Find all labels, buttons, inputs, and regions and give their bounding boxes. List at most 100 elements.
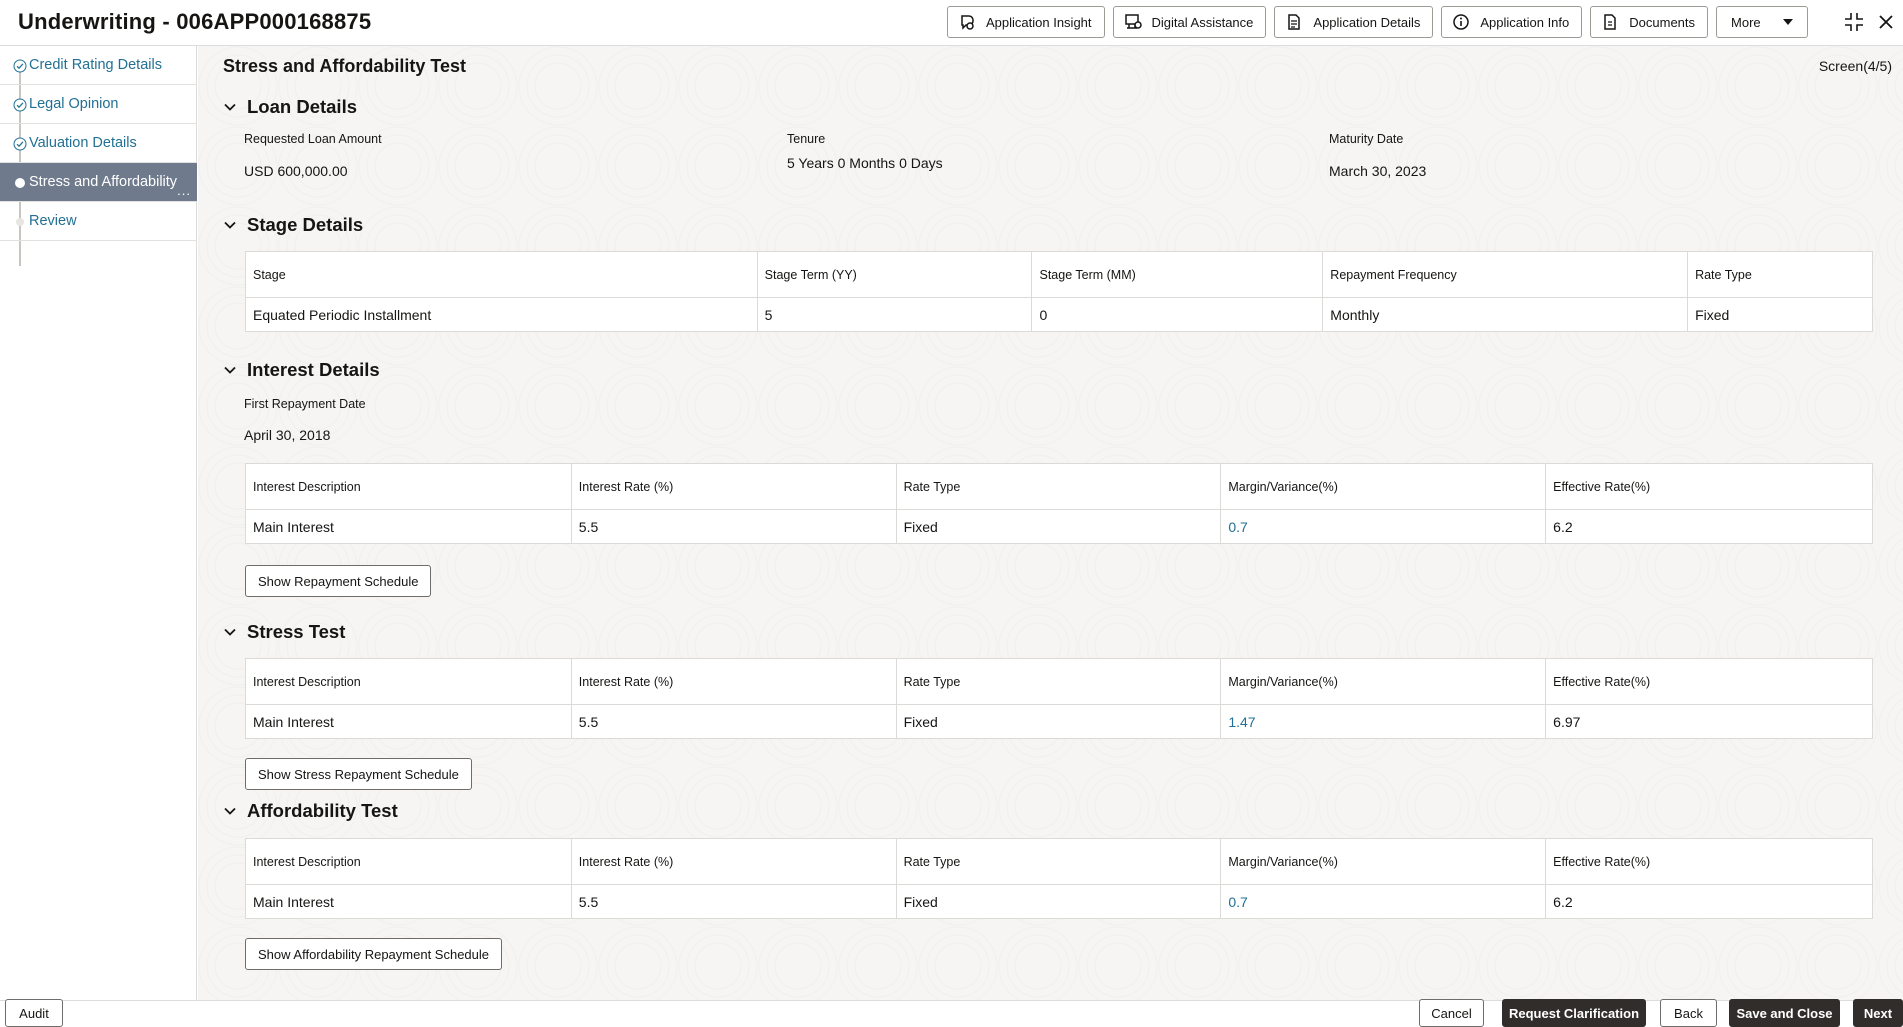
chevron-down-icon [224,221,236,229]
info-icon [1453,14,1470,30]
table-header-row: Stage Stage Term (YY) Stage Term (MM) Re… [245,251,1873,298]
section-toggle-stage-details[interactable]: Stage Details [223,214,363,236]
page-title: Underwriting - 006APP000168875 [18,9,372,34]
application-insight-button[interactable]: Application Insight [947,6,1105,38]
column-header: Rate Type [895,463,1222,510]
documents-label: Documents [1629,14,1696,30]
column-header: Effective Rate(%) [1545,838,1873,885]
screen-counter: Screen(4/5) [1818,58,1892,74]
first-repayment-date-value: April 30, 2018 [244,427,331,443]
table-cell: 6.97 [1545,704,1873,739]
column-header: Rate Type [895,838,1222,885]
caret-down-icon [1782,19,1793,25]
sidebar-item-review[interactable]: Review [0,202,197,241]
sidebar-item-legal-opinion[interactable]: Legal Opinion [0,85,197,124]
next-button[interactable]: Next [1853,999,1903,1027]
overflow-ellipsis: ... [177,183,191,198]
table-cell: Fixed [895,884,1222,919]
interest-details-table: Interest Description Interest Rate (%) R… [245,463,1873,544]
show-affordability-repayment-schedule-button[interactable]: Show Affordability Repayment Schedule [245,938,503,970]
digital-assistance-button[interactable]: Digital Assistance [1112,6,1267,38]
chevron-down-icon [224,807,236,815]
pending-step-dot-icon [16,218,24,226]
sidebar-item-stress-and-affordability[interactable]: Stress and Affordability ... [0,163,197,202]
margin-variance-link[interactable]: 1.47 [1220,704,1547,739]
requested-loan-amount-label: Requested Loan Amount [244,132,382,146]
show-stress-repayment-schedule-button[interactable]: Show Stress Repayment Schedule [245,758,472,790]
save-and-close-button[interactable]: Save and Close [1729,999,1840,1027]
section-toggle-interest-details[interactable]: Interest Details [223,359,380,381]
sidebar-item-label: Stress and Affordability [29,174,178,190]
section-toggle-loan-details[interactable]: Loan Details [223,96,357,118]
column-header: Interest Description [245,838,572,885]
application-details-label: Application Details [1313,14,1421,30]
column-header: Interest Rate (%) [570,658,897,705]
section-heading: Stress Test [247,621,346,642]
column-header: Repayment Frequency [1322,251,1689,298]
margin-variance-link[interactable]: 0.7 [1220,509,1547,544]
application-info-button[interactable]: Application Info [1441,6,1583,38]
sidebar-item-valuation-details[interactable]: Valuation Details [0,124,197,163]
table-cell: 5.5 [570,884,897,919]
more-dropdown[interactable]: More [1716,6,1808,38]
table-row: Main Interest 5.5 Fixed 1.47 6.97 [245,704,1873,739]
column-header: Interest Description [245,463,572,510]
application-info-label: Application Info [1480,14,1570,30]
column-header: Stage Term (MM) [1031,251,1324,298]
tenure-value: 5 Years 0 Months 0 Days [787,155,943,171]
sidebar-item-credit-rating-details[interactable]: Credit Rating Details [0,46,197,85]
table-header-row: Interest Description Interest Rate (%) R… [245,463,1873,510]
column-header: Effective Rate(%) [1545,658,1873,705]
stress-test-table: Interest Description Interest Rate (%) R… [245,658,1873,739]
column-header: Effective Rate(%) [1545,463,1873,510]
show-repayment-schedule-button[interactable]: Show Repayment Schedule [245,565,432,597]
sidebar-item-label: Valuation Details [29,135,137,151]
request-clarification-button[interactable]: Request Clarification [1502,999,1646,1027]
tenure-label: Tenure [787,132,826,146]
check-circle-icon [13,137,27,151]
table-cell: Equated Periodic Installment [245,297,758,332]
close-icon[interactable] [1875,11,1897,33]
column-header: Margin/Variance(%) [1220,658,1547,705]
section-heading: Affordability Test [247,800,398,821]
margin-variance-link[interactable]: 0.7 [1220,884,1547,919]
more-label: More [1731,14,1761,30]
application-insight-label: Application Insight [986,14,1092,30]
maturity-date-label: Maturity Date [1329,132,1404,146]
column-header: Margin/Variance(%) [1220,463,1547,510]
table-cell: Main Interest [245,704,572,739]
collapse-fullscreen-icon[interactable] [1843,11,1865,33]
check-circle-icon [13,98,27,112]
column-header: Interest Rate (%) [570,838,897,885]
section-toggle-stress-test[interactable]: Stress Test [223,621,345,643]
table-row: Equated Periodic Installment 5 0 Monthly… [245,297,1873,332]
chevron-down-icon [224,103,236,111]
table-row: Main Interest 5.5 Fixed 0.7 6.2 [245,509,1873,544]
documents-button[interactable]: Documents [1590,6,1709,38]
sidebar-item-label: Legal Opinion [29,96,119,112]
column-header: Margin/Variance(%) [1220,838,1547,885]
table-cell: 6.2 [1545,884,1873,919]
table-cell: Main Interest [245,509,572,544]
header-toolbar: Application Insight Digital Assistance A… [947,6,1808,38]
app-header: Underwriting - 006APP000168875 Applicati… [0,0,1903,46]
table-cell: Fixed [1687,297,1873,332]
table-cell: Fixed [895,509,1222,544]
table-cell: 0 [1031,297,1324,332]
audit-button[interactable]: Audit [5,999,63,1027]
column-header: Rate Type [1687,251,1873,298]
table-header-row: Interest Description Interest Rate (%) R… [245,658,1873,705]
back-button[interactable]: Back [1660,999,1717,1027]
screen-title: Stress and Affordability Test [223,56,467,76]
column-header: Rate Type [895,658,1222,705]
column-header: Stage [245,251,758,298]
cancel-button[interactable]: Cancel [1419,999,1484,1027]
table-cell: 5 [756,297,1033,332]
section-toggle-affordability-test[interactable]: Affordability Test [223,800,398,822]
section-heading: Loan Details [247,96,357,117]
documents-icon [1604,14,1617,30]
section-heading: Interest Details [247,359,380,380]
table-cell: 5.5 [570,509,897,544]
section-heading: Stage Details [247,214,364,235]
application-details-button[interactable]: Application Details [1274,6,1434,38]
